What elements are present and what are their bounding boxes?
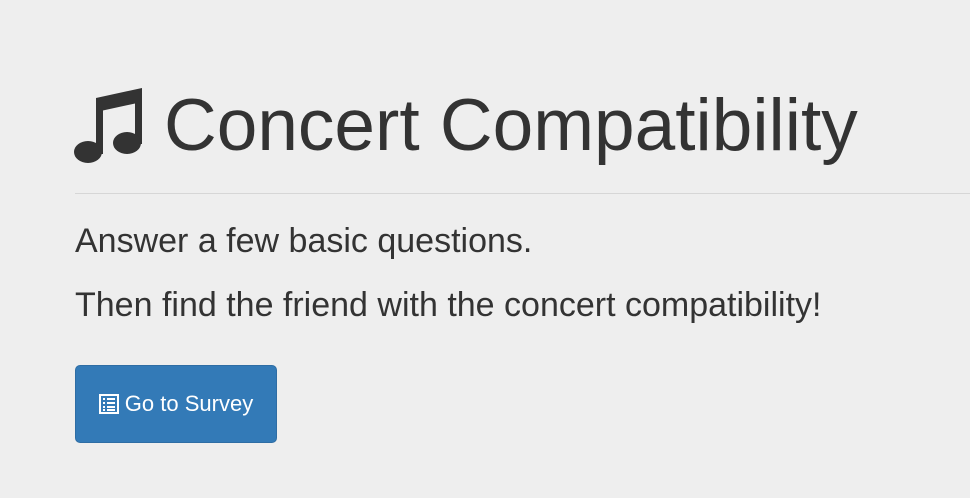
music-note-icon xyxy=(74,88,144,164)
go-to-survey-label: Go to Survey xyxy=(124,391,254,416)
jumbotron: Concert Compatibility Answer a few basic… xyxy=(0,0,970,498)
list-alt-icon xyxy=(98,394,119,414)
page-header: Concert Compatibility xyxy=(74,82,858,170)
intro-line-1: Answer a few basic questions. xyxy=(75,222,533,260)
page-title: Concert Compatibility xyxy=(164,85,858,166)
divider xyxy=(75,193,970,194)
go-to-survey-button[interactable]: Go to Survey xyxy=(75,365,277,443)
intro-line-2: Then find the friend with the concert co… xyxy=(75,286,822,324)
